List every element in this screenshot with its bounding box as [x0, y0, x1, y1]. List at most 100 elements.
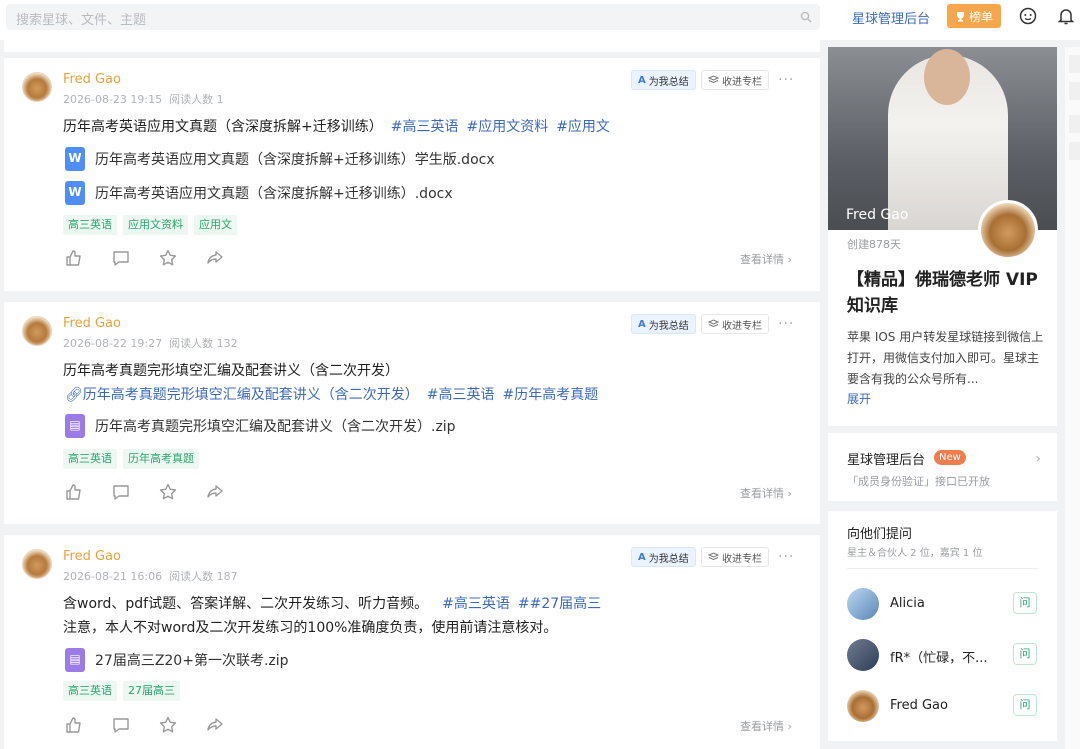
avatar[interactable] — [847, 588, 879, 620]
avatar[interactable] — [847, 690, 879, 722]
collect-label: 收进专栏 — [722, 553, 762, 565]
post-date: 2026-08-23 19:15 — [63, 93, 163, 106]
share-icon[interactable] — [205, 482, 225, 502]
post-link[interactable]: 历年高考真题完形填空汇编及配套讲义（含二次开发） — [83, 387, 419, 403]
tag[interactable]: 高三英语 — [63, 449, 117, 469]
collect-button[interactable]: 收进专栏 — [701, 314, 769, 334]
author-name[interactable]: Fred Gao — [63, 549, 121, 564]
collect-button[interactable]: 收进专栏 — [701, 547, 769, 567]
more-icon[interactable]: ··· — [778, 316, 794, 332]
file-name: 历年高考英语应用文真题（含深度拆解+迁移训练）学生版.docx — [95, 152, 495, 168]
ai-icon: A — [638, 551, 646, 563]
tag[interactable]: 高三英语 — [63, 681, 117, 701]
search-icon[interactable] — [800, 11, 812, 23]
admin-card[interactable]: 星球管理后台 New 「成员身份验证」接口已开放 › — [828, 433, 1057, 501]
file-attachment[interactable]: W 历年高考英语应用文真题（含深度拆解+迁移训练）.docx — [65, 181, 453, 205]
person-name: Alicia — [890, 596, 925, 611]
bell-icon[interactable] — [1056, 6, 1076, 26]
ask-card: 向他们提问 星主＆合伙人 2 位，嘉宾 1 位 Alicia 问 fR*（忙碌，… — [828, 511, 1057, 741]
file-attachment[interactable]: W 历年高考英语应用文真题（含深度拆解+迁移训练）学生版.docx — [65, 147, 495, 171]
collect-icon — [708, 319, 719, 328]
author-avatar[interactable] — [22, 316, 52, 346]
hashtag[interactable]: #历年高考真题 — [503, 387, 599, 403]
hashtag[interactable]: #高三英语 — [427, 387, 495, 403]
like-icon[interactable] — [64, 248, 84, 268]
view-detail-link[interactable]: 查看详情 › — [740, 485, 792, 501]
ask-card-subtitle: 星主＆合伙人 2 位，嘉宾 1 位 — [847, 548, 983, 559]
post-body: 含word、pdf试题、答案详解、二次开发练习、听力音频。 — [63, 596, 429, 612]
created-days: 创建878天 — [847, 238, 901, 251]
admin-link[interactable]: 星球管理后台 — [852, 8, 930, 27]
tag[interactable]: 高三英语 — [63, 215, 117, 235]
link-icon: 🔗︎ — [65, 387, 83, 403]
admin-card-title: 星球管理后台 — [847, 453, 926, 468]
expand-link[interactable]: 展开 — [847, 390, 871, 407]
hashtag[interactable]: ##27届高三 — [518, 596, 601, 612]
ai-summary-label: 为我总结 — [648, 76, 689, 88]
rail-tab[interactable] — [1069, 55, 1080, 73]
ask-person: Alicia 问 — [847, 588, 1047, 622]
share-icon[interactable] — [205, 248, 225, 268]
rail-tab[interactable] — [1069, 82, 1080, 100]
chat-icon[interactable] — [1018, 6, 1038, 26]
owner-avatar[interactable] — [978, 200, 1038, 260]
file-attachment[interactable]: ▤ 27届高三Z20+第一次联考.zip — [65, 648, 289, 672]
divider — [847, 568, 1038, 569]
view-detail-link[interactable]: 查看详情 › — [740, 718, 792, 734]
rail-tab[interactable] — [1069, 115, 1080, 133]
post-card: Fred Gao 2026-08-21 16:06 阅读人数 187 A 为我总结… — [4, 535, 820, 749]
tag[interactable]: 应用文资料 — [123, 215, 188, 235]
author-name[interactable]: Fred Gao — [63, 316, 121, 331]
ai-summary-button[interactable]: A 为我总结 — [631, 70, 696, 90]
like-icon[interactable] — [64, 482, 84, 502]
hashtag[interactable]: #应用文 — [556, 119, 610, 135]
post-meta: 2026-08-23 19:15 阅读人数 1 — [63, 91, 224, 107]
author-avatar[interactable] — [22, 72, 52, 102]
hashtag[interactable]: #高三英语 — [442, 596, 510, 612]
tag[interactable]: 27届高三 — [123, 681, 180, 701]
hashtag[interactable]: #高三英语 — [391, 119, 459, 135]
file-name: 27届高三Z20+第一次联考.zip — [95, 653, 289, 669]
author-name[interactable]: Fred Gao — [63, 72, 121, 87]
comment-icon[interactable] — [111, 248, 131, 268]
cover-person-head — [924, 49, 970, 105]
star-icon[interactable] — [158, 248, 178, 268]
share-icon[interactable] — [205, 715, 225, 735]
post-text: 历年高考真题完形填空汇编及配套讲义（含二次开发） — [63, 363, 399, 379]
previous-card-tail — [4, 40, 820, 52]
rank-button[interactable]: 榜单 — [947, 4, 1001, 28]
tag[interactable]: 历年高考真题 — [123, 449, 199, 469]
collect-button[interactable]: 收进专栏 — [701, 70, 769, 90]
star-icon[interactable] — [158, 482, 178, 502]
search-placeholder: 搜索星球、文件、主题 — [16, 13, 147, 28]
author-avatar[interactable] — [22, 549, 52, 579]
star-icon[interactable] — [158, 715, 178, 735]
collect-icon — [708, 75, 719, 84]
post-note: 注意，本人不对word及二次开发练习的100%准确度负责，使用前请注意核对。 — [63, 620, 558, 636]
hashtag[interactable]: #应用文资料 — [466, 119, 548, 135]
rail-tab[interactable] — [1069, 142, 1080, 160]
post-text: 历年高考英语应用文真题（含深度拆解+迁移训练） #高三英语 #应用文资料 #应用文 — [63, 116, 610, 139]
tag-list: 高三英语 27届高三 — [63, 681, 180, 701]
ask-button[interactable]: 问 — [1013, 643, 1037, 665]
ask-card-title: 向他们提问 — [847, 527, 913, 542]
comment-icon[interactable] — [111, 482, 131, 502]
more-icon[interactable]: ··· — [778, 549, 794, 565]
new-badge: New — [934, 450, 966, 465]
search-input[interactable]: 搜索星球、文件、主题 — [6, 4, 820, 30]
comment-icon[interactable] — [111, 715, 131, 735]
ai-summary-button[interactable]: A 为我总结 — [631, 547, 696, 567]
ask-button[interactable]: 问 — [1013, 592, 1037, 614]
post-card: Fred Gao 2026-08-23 19:15 阅读人数 1 A 为我总结 收… — [4, 58, 820, 291]
like-icon[interactable] — [64, 715, 84, 735]
file-attachment[interactable]: ▤ 历年高考真题完形填空汇编及配套讲义（含二次开发）.zip — [65, 414, 456, 438]
collect-icon — [708, 552, 719, 561]
tag[interactable]: 应用文 — [194, 215, 237, 235]
more-icon[interactable]: ··· — [778, 72, 794, 88]
ask-button[interactable]: 问 — [1013, 694, 1037, 716]
read-count: 阅读人数 132 — [169, 337, 238, 350]
zip-file-icon: ▤ — [65, 648, 85, 672]
avatar[interactable] — [847, 639, 879, 671]
view-detail-link[interactable]: 查看详情 › — [740, 251, 792, 267]
ai-summary-button[interactable]: A 为我总结 — [631, 314, 696, 334]
